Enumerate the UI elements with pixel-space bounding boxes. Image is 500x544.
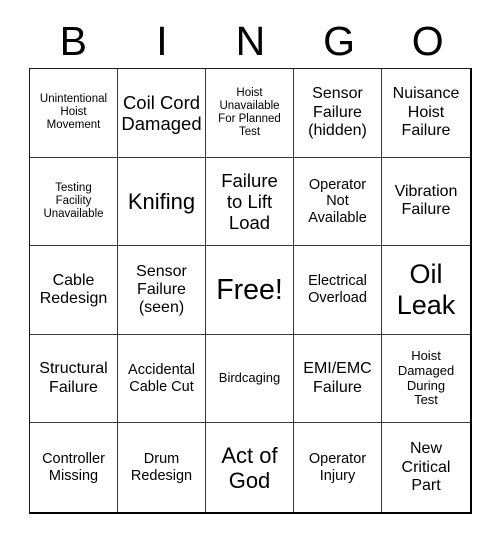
bingo-cell[interactable]: Sensor Failure (seen) [118, 246, 206, 335]
bingo-cell[interactable]: Vibration Failure [382, 157, 470, 247]
bingo-cell[interactable]: Nuisance Hoist Failure [382, 69, 470, 158]
bingo-cell-label: Vibration Failure [394, 183, 458, 219]
bingo-cell-label: Electrical Overload [308, 273, 367, 306]
bingo-cell-label: Cable Redesign [39, 271, 108, 307]
bingo-cell[interactable]: Operator Not Available [294, 157, 382, 247]
bingo-cell-label: Coil Cord Damaged [121, 91, 202, 134]
bingo-cell[interactable]: EMI/EMC Failure [294, 334, 382, 424]
bingo-cell[interactable]: Knifing [118, 157, 206, 247]
bingo-cell[interactable]: Oil Leak [382, 246, 470, 335]
bingo-cell-label: Structural Failure [39, 360, 108, 396]
bingo-header-letter-g: G [323, 17, 356, 64]
bingo-cell-label: Operator Not Available [308, 176, 367, 226]
bingo-cell-label: Failure to Lift Load [221, 169, 278, 233]
bingo-cell-label: Sensor Failure (seen) [136, 262, 187, 317]
bingo-cell[interactable]: Operator Injury [294, 423, 382, 512]
bingo-cell-label: Act of God [221, 442, 278, 493]
bingo-header-letter-n: N [235, 17, 266, 64]
bingo-cell[interactable]: Birdcaging [206, 334, 294, 424]
bingo-cell[interactable]: Drum Redesign [118, 423, 206, 512]
bingo-cell[interactable]: Electrical Overload [294, 246, 382, 335]
bingo-cell-label: EMI/EMC Failure [303, 360, 372, 396]
bingo-cell-label: Hoist Unavailable For Planned Test [218, 86, 281, 138]
bingo-card: B I N G O Unintentional Hoist Movement C… [0, 0, 500, 544]
bingo-cell-label: Drum Redesign [130, 451, 193, 484]
bingo-cell-label: Hoist Damaged During Test [397, 347, 455, 408]
bingo-cell[interactable]: Cable Redesign [30, 246, 118, 335]
bingo-cell-label: Sensor Failure (hidden) [308, 85, 367, 139]
bingo-cell[interactable]: Hoist Damaged During Test [382, 334, 470, 424]
bingo-cell[interactable]: Failure to Lift Load [206, 157, 294, 247]
bingo-header-row: B I N G O [29, 14, 472, 68]
bingo-header-letter-o: O [411, 17, 444, 64]
bingo-cell-label: Nuisance Hoist Failure [392, 85, 460, 139]
bingo-cell-label: Unintentional Hoist Movement [39, 93, 108, 132]
bingo-cell-label: Free! [216, 273, 283, 306]
bingo-cell-label: Accidental Cable Cut [128, 362, 195, 395]
bingo-cell-label: Operator Injury [308, 451, 367, 484]
bingo-cell-label: Oil Leak [396, 259, 456, 320]
bingo-cell-free-space[interactable]: Free! [206, 246, 294, 335]
bingo-cell[interactable]: Coil Cord Damaged [118, 69, 206, 158]
bingo-cell[interactable]: Controller Missing [30, 423, 118, 512]
bingo-cell-label: Testing Facility Unavailable [43, 181, 104, 220]
bingo-cell-label: Knifing [127, 188, 196, 214]
bingo-cell[interactable]: Unintentional Hoist Movement [30, 69, 118, 158]
bingo-header-letter-b: B [59, 17, 87, 64]
bingo-cell[interactable]: New Critical Part [382, 423, 470, 512]
bingo-cell[interactable]: Structural Failure [30, 334, 118, 424]
bingo-cell-label: New Critical Part [401, 440, 451, 494]
bingo-cell[interactable]: Sensor Failure (hidden) [294, 69, 382, 158]
bingo-cell[interactable]: Testing Facility Unavailable [30, 157, 118, 247]
bingo-cell[interactable]: Act of God [206, 423, 294, 512]
bingo-cell-label: Birdcaging [218, 370, 281, 386]
bingo-cell[interactable]: Hoist Unavailable For Planned Test [206, 69, 294, 158]
bingo-header-letter-i: I [156, 17, 168, 64]
bingo-grid: Unintentional Hoist Movement Coil Cord D… [29, 68, 472, 514]
bingo-cell-label: Controller Missing [42, 451, 105, 484]
bingo-cell[interactable]: Accidental Cable Cut [118, 334, 206, 424]
